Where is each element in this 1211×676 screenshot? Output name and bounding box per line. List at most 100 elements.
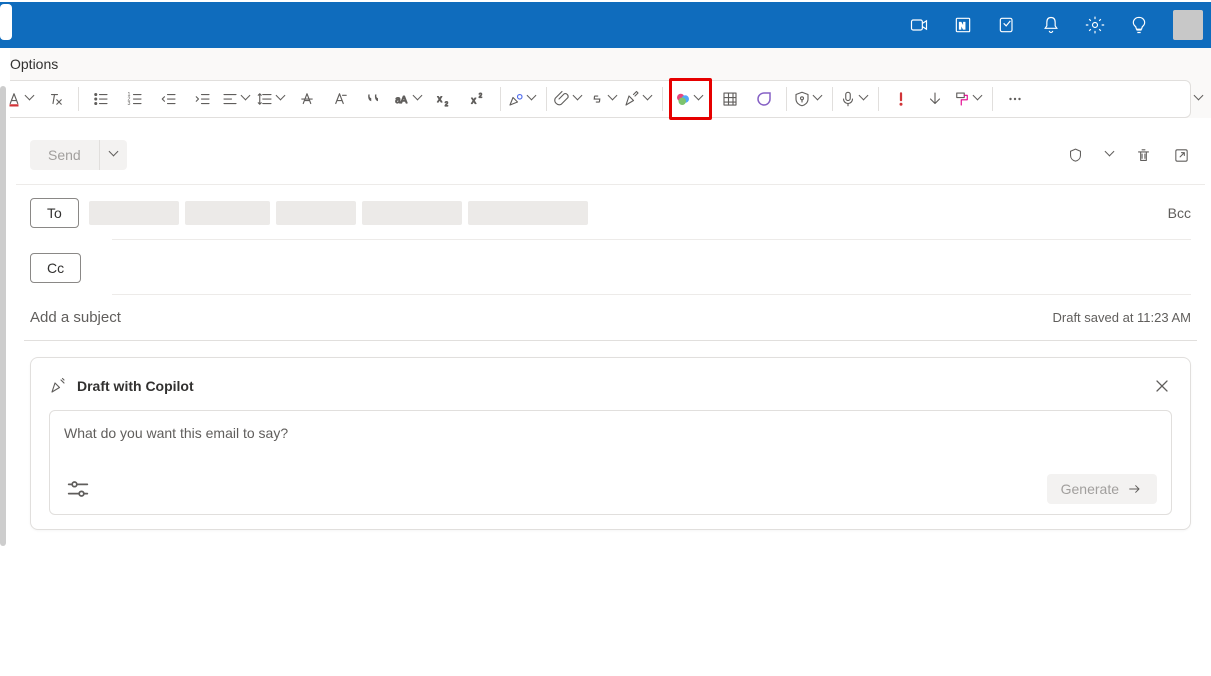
recipient-pill[interactable] [185,201,270,225]
bullet-list-button[interactable] [85,83,117,115]
dictate-button[interactable] [839,83,872,115]
onenote-icon[interactable]: N [945,7,981,43]
chevron-down-icon [1106,150,1115,160]
send-dropdown-button[interactable] [99,140,127,170]
subscript-button[interactable]: x2 [428,83,460,115]
tips-icon[interactable] [1121,7,1157,43]
scrollbar-thumb[interactable] [0,86,6,546]
sensitivity-button[interactable] [793,83,826,115]
recipient-pill[interactable] [362,201,462,225]
compose-header: Send [16,136,1205,185]
text-effects-button[interactable] [325,83,357,115]
send-split-button: Send [30,140,127,170]
send-button[interactable]: Send [30,140,99,170]
separator [992,87,993,111]
styles-button[interactable] [507,83,540,115]
copilot-prompt-input[interactable] [64,425,1157,465]
account-avatar[interactable] [1173,10,1203,40]
chevron-down-icon [110,150,120,160]
copilot-pen-icon [49,377,67,395]
copilot-title-row: Draft with Copilot [49,376,1172,396]
chevron-down-icon[interactable] [574,94,584,104]
decrease-indent-button[interactable] [153,83,185,115]
arrow-right-icon [1127,481,1143,497]
low-importance-button[interactable] [919,83,951,115]
link-button[interactable] [588,83,621,115]
chevron-down-icon[interactable] [974,94,984,104]
chevron-down-icon[interactable] [277,94,287,104]
close-button[interactable] [1152,376,1172,396]
popout-button[interactable] [1171,145,1191,165]
recipient-pill[interactable] [89,201,179,225]
discard-button[interactable] [1133,145,1153,165]
meet-icon[interactable] [901,7,937,43]
separator [786,87,787,111]
numbered-list-button[interactable]: 123 [119,83,151,115]
tab-options[interactable]: Options [10,56,58,72]
copilot-title: Draft with Copilot [77,378,194,394]
chevron-down-icon[interactable] [528,94,538,104]
recipient-pill[interactable] [468,201,588,225]
bcc-toggle[interactable]: Bcc [1168,205,1191,221]
signature-button[interactable] [623,83,656,115]
chevron-down-icon[interactable] [644,94,654,104]
search-fragment[interactable] [0,4,12,40]
separator [546,87,547,111]
ribbon-expand-button[interactable] [1191,80,1205,118]
align-button[interactable] [221,83,254,115]
encryption-dropdown[interactable] [1103,145,1115,165]
clear-formatting-button[interactable] [40,83,72,115]
separator [78,87,79,111]
generate-button[interactable]: Generate [1047,474,1157,504]
svg-text:3: 3 [128,101,131,107]
adjust-options-button[interactable] [64,475,92,503]
notifications-icon[interactable] [1033,7,1069,43]
cc-button[interactable]: Cc [30,253,81,283]
to-button[interactable]: To [30,198,79,228]
svg-text:N: N [959,21,966,31]
chevron-down-icon[interactable] [609,94,619,104]
font-color-button[interactable] [5,83,38,115]
cc-row: Cc [16,240,1205,286]
chevron-down-icon[interactable] [414,94,424,104]
attach-button[interactable] [553,83,586,115]
copilot-input-box: Generate [49,410,1172,515]
increase-indent-button[interactable] [187,83,219,115]
subject-input[interactable] [30,309,1053,326]
chevron-down-icon[interactable] [695,94,705,104]
copilot-footer: Generate [64,474,1157,504]
svg-text:x: x [471,96,476,107]
change-case-button[interactable]: aA [393,83,426,115]
separator [878,87,879,111]
strikethrough-button[interactable] [291,83,323,115]
draft-saved-status: Draft saved at 11:23 AM [1053,310,1192,325]
quote-button[interactable] [359,83,391,115]
compose-header-actions [1065,145,1191,165]
superscript-button[interactable]: x2 [462,83,494,115]
format-toolbar: 123 aA x2 x2 [0,80,1191,118]
svg-text:2: 2 [479,94,483,100]
my-day-icon[interactable] [989,7,1025,43]
title-bar: N [0,2,1211,48]
table-button[interactable] [714,83,746,115]
format-painter-button[interactable] [953,83,986,115]
copilot-button[interactable] [674,83,707,115]
chevron-down-icon[interactable] [860,94,870,104]
high-importance-button[interactable] [885,83,917,115]
line-spacing-button[interactable] [256,83,289,115]
more-options-button[interactable] [999,83,1031,115]
svg-text:x: x [437,94,442,105]
ribbon-tabs: Options [0,48,1211,80]
to-recipient-list[interactable] [89,201,1158,225]
recipient-pill[interactable] [276,201,356,225]
separator [832,87,833,111]
loop-component-button[interactable] [748,83,780,115]
subject-row: Draft saved at 11:23 AM [16,295,1205,340]
chevron-down-icon[interactable] [26,94,36,104]
chevron-down-icon[interactable] [814,94,824,104]
chevron-down-icon[interactable] [242,94,252,104]
svg-text:2: 2 [445,102,449,108]
encryption-button[interactable] [1065,145,1085,165]
copilot-highlight [669,78,712,120]
settings-icon[interactable] [1077,7,1113,43]
